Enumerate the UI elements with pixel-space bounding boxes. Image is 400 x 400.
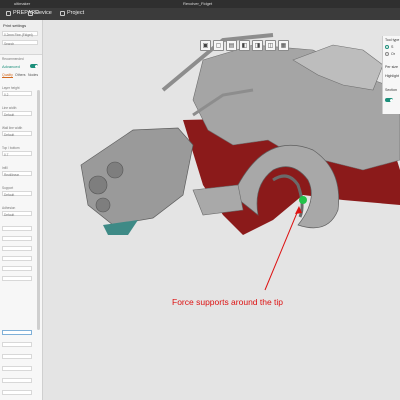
field-label: Layer height: [2, 86, 20, 90]
settings-tabs: Quality Others Nodes: [0, 73, 42, 79]
view-button[interactable]: ▤: [226, 40, 237, 51]
option-radio[interactable]: [385, 52, 389, 56]
annotation-text: Force supports around the tip: [172, 297, 284, 307]
section-label: Section: [385, 88, 397, 92]
setting-field[interactable]: [2, 236, 32, 241]
section-toggle[interactable]: [385, 98, 393, 102]
chamber: [106, 161, 124, 179]
field-label: Line width: [2, 106, 17, 110]
view-button[interactable]: ▣: [200, 40, 211, 51]
field-value: 0.2: [4, 92, 9, 97]
view-button[interactable]: ◧: [239, 40, 250, 51]
frame-lower: [192, 184, 244, 216]
project-title: Revolver_Fidget: [183, 1, 213, 6]
trigger-tip-highlight[interactable]: [299, 196, 307, 204]
field-label: Infill: [2, 166, 8, 170]
window-titlebar: ultimaker Revolver_Fidget: [0, 0, 400, 8]
menu-device-label: Device: [35, 10, 52, 16]
field-label: Top / bottom: [2, 146, 20, 150]
field-value: 0.7: [4, 152, 9, 157]
tab-others[interactable]: Others: [15, 73, 26, 77]
setting-field[interactable]: [2, 354, 32, 359]
viewport-3d[interactable]: ▣ ▢ ▤ ◧ ◨ ◫ ▦: [43, 20, 400, 400]
setting-field-highlighted[interactable]: [2, 330, 32, 335]
advanced-label: Advanced: [2, 64, 20, 69]
field-value: Default: [4, 192, 15, 197]
revolver-model[interactable]: [43, 20, 400, 400]
perspective-icon: ◫: [267, 43, 274, 49]
tab-nodes[interactable]: Nodes: [28, 73, 38, 77]
menu-project-label: Project: [67, 10, 85, 16]
option-label: S: [391, 45, 394, 49]
top-bottom-field[interactable]: 0.7: [2, 151, 32, 157]
tool-panel: Tool type S Or Per size Highlight Sectio…: [382, 36, 400, 114]
wall-line-width-field[interactable]: Default: [2, 131, 32, 137]
search-placeholder: Search: [4, 41, 15, 46]
project-icon: [60, 10, 65, 16]
prepare-icon: [6, 10, 11, 16]
setting-field[interactable]: [2, 276, 32, 281]
print-settings-sidebar: Print settings 0.2mm Fine (Fidget) Searc…: [0, 20, 43, 400]
chamber: [88, 175, 108, 195]
field-value: Default: [4, 112, 15, 117]
view-button[interactable]: ▢: [213, 40, 224, 51]
field-label: Adhesion: [2, 206, 16, 210]
print-settings-label: Print settings: [3, 23, 27, 28]
per-size-label: Per size: [385, 65, 398, 69]
view-toolbar: ▣ ▢ ▤ ◧ ◨ ◫ ▦: [200, 40, 289, 54]
setting-field[interactable]: [2, 246, 32, 251]
chamber: [95, 197, 111, 213]
device-icon: [28, 10, 33, 16]
view-button[interactable]: ◫: [265, 40, 276, 51]
advanced-toggle[interactable]: [30, 64, 38, 68]
profile-select[interactable]: 0.2mm Fine (Fidget): [2, 31, 38, 37]
sidebar-header: Print settings 0.2mm Fine (Fidget) Searc…: [0, 20, 42, 55]
setting-field[interactable]: [2, 342, 32, 347]
tool-type-label: Tool type: [385, 38, 400, 42]
cube-left-icon: ◧: [241, 43, 248, 49]
setting-field[interactable]: [2, 226, 32, 231]
menubar: PREPARE Device Project: [0, 8, 400, 20]
setting-field[interactable]: [2, 366, 32, 371]
adhesion-field[interactable]: Default: [2, 211, 32, 217]
infill-field[interactable]: Rectilinear: [2, 171, 32, 177]
menu-device[interactable]: Device: [28, 10, 52, 16]
cube-right-icon: ◨: [254, 43, 261, 49]
cube-front-icon: ▢: [215, 43, 222, 49]
setting-field[interactable]: [2, 378, 32, 383]
setting-field[interactable]: [2, 390, 32, 395]
option-label: Or: [391, 52, 395, 56]
highlight-label: Highlight: [385, 74, 399, 78]
tab-quality[interactable]: Quality: [2, 73, 13, 78]
setting-field[interactable]: [2, 266, 32, 271]
option-radio[interactable]: [385, 45, 389, 49]
field-label: Support: [2, 186, 14, 190]
menu-project[interactable]: Project: [60, 10, 84, 16]
grid-icon: ▦: [280, 43, 287, 49]
cube-icon: ▣: [202, 43, 209, 49]
support-field[interactable]: Default: [2, 191, 32, 197]
field-value: Rectilinear: [4, 172, 20, 177]
sidebar-scrollbar[interactable]: [37, 90, 40, 330]
line-width-field[interactable]: Default: [2, 111, 32, 117]
profile-value: 0.2mm Fine (Fidget): [4, 32, 33, 37]
recommended-label[interactable]: Recommended: [2, 57, 24, 61]
view-button[interactable]: ◨: [252, 40, 263, 51]
view-button[interactable]: ▦: [278, 40, 289, 51]
search-field[interactable]: Search: [2, 40, 38, 46]
app-title: ultimaker: [14, 1, 31, 6]
cube-top-icon: ▤: [228, 43, 235, 49]
field-value: Default: [4, 212, 15, 217]
setting-field[interactable]: [2, 256, 32, 261]
field-value: Default: [4, 132, 15, 137]
layer-height-field[interactable]: 0.2: [2, 91, 32, 97]
field-label: Wall line width: [2, 126, 23, 130]
